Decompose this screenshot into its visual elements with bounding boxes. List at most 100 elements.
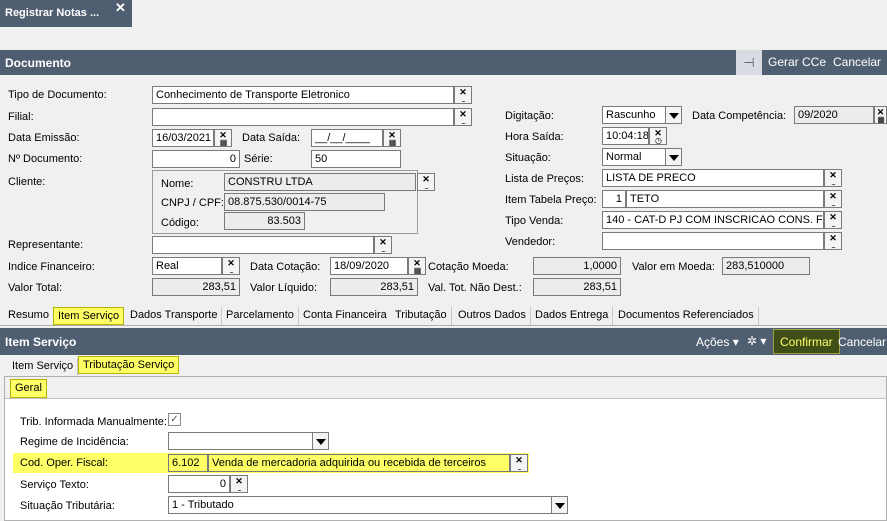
data-cotacao-calendar-icon[interactable]: ✕ ▦ (408, 257, 426, 275)
trib-manual-label: Trib. Informada Manualmente: (20, 416, 167, 428)
data-cotacao-label: Data Cotação: (250, 261, 321, 273)
item-tabela-preco-field[interactable]: TETO (626, 190, 824, 208)
situacao-chevron-down-icon[interactable] (666, 148, 682, 166)
tab-documentos-referenciados[interactable]: Documentos Referenciados (614, 307, 759, 325)
hora-saida-clock-icon[interactable]: ✕ ◷ (649, 127, 667, 145)
data-competencia-calendar-icon[interactable]: ✕ ▦ (874, 106, 887, 124)
acoes-button[interactable]: Ações ▾ (696, 335, 739, 349)
confirmar-button[interactable]: Confirmar (773, 329, 840, 354)
situacao-select[interactable]: Normal (602, 148, 666, 166)
indice-financeiro-field[interactable]: Real (152, 257, 222, 275)
cfop-description-field[interactable]: Venda de mercadoria adquirida ou recebid… (208, 454, 510, 472)
tipo-venda-field[interactable]: 140 - CAT-D PJ COM INSCRICAO CONS. FINAL (602, 211, 824, 229)
cliente-nome-field[interactable]: CONSTRU LTDA (224, 173, 416, 191)
regime-select[interactable] (168, 432, 313, 450)
data-saida-calendar-icon[interactable]: ✕ ▦ (383, 129, 401, 147)
documento-title: Documento (5, 56, 71, 70)
data-competencia-label: Data Competência: (692, 110, 787, 122)
vendedor-lookup-icon[interactable]: ✕... (824, 232, 842, 250)
cliente-cnpj-field: 08.875.530/0014-75 (224, 193, 385, 211)
tab-dados-entrega[interactable]: Dados Entrega (531, 307, 614, 325)
cliente-lookup-icon[interactable]: ✕... (417, 173, 435, 191)
tab-item-servico[interactable]: Item Serviço (53, 307, 125, 325)
val-tot-nao-dest-field: 283,51 (533, 278, 621, 296)
data-saida-field[interactable]: __/__/____ (311, 129, 383, 147)
subtab-tributacao-servico[interactable]: Tributação Serviço (78, 356, 180, 374)
digitacao-select[interactable]: Rascunho (602, 106, 666, 124)
tipo-documento-field[interactable]: Conhecimento de Transporte Eletronico (152, 86, 454, 104)
tipo-venda-lookup-icon[interactable]: ✕... (824, 211, 842, 229)
item-tabela-preco-lookup-icon[interactable]: ✕... (824, 190, 842, 208)
item-tabela-preco-code[interactable]: 1 (602, 190, 626, 208)
hora-saida-label: Hora Saída: (505, 131, 564, 143)
subtab-item-servico[interactable]: Item Serviço (8, 358, 79, 376)
cfop-lookup-icon[interactable]: ✕... (510, 454, 528, 472)
representante-field[interactable] (152, 236, 374, 254)
lista-precos-label: Lista de Preços: (505, 173, 584, 185)
serie-label: Série: (244, 153, 273, 165)
valor-total-field: 283,51 (152, 278, 240, 296)
gerar-cce-button[interactable]: Gerar CCe (768, 55, 826, 69)
digitacao-chevron-down-icon[interactable] (666, 106, 682, 124)
tab-parcelamento[interactable]: Parcelamento (222, 307, 299, 325)
data-saida-label: Data Saída: (242, 132, 301, 144)
digitacao-label: Digitação: (505, 110, 554, 122)
cfop-label: Cod. Oper. Fiscal: (20, 457, 109, 469)
lista-precos-lookup-icon[interactable]: ✕... (824, 169, 842, 187)
data-emissao-calendar-icon[interactable]: ✕ ▦ (214, 129, 232, 147)
filial-lookup-icon[interactable]: ✕... (454, 108, 472, 126)
acoes-label: Ações (696, 335, 730, 349)
serie-field[interactable]: 50 (311, 150, 401, 168)
cliente-codigo-field: 83.503 (224, 212, 305, 230)
situacao-label: Situação: (505, 152, 551, 164)
nr-documento-label: Nº Documento: (8, 153, 83, 165)
nr-documento-field[interactable]: 0 (152, 150, 240, 168)
situacao-tributaria-chevron-down-icon[interactable] (552, 496, 568, 514)
item-tabela-preco-label: Item Tabela Preço: (505, 194, 597, 206)
valor-liquido-label: Valor Líquido: (250, 282, 318, 294)
item-servico-header: Item Serviço Ações ▾ ✲ ▾ Confirmar Cance… (0, 328, 887, 355)
lista-precos-field[interactable]: LISTA DE PRECO (602, 169, 824, 187)
hora-saida-field[interactable]: 10:04:18 (602, 127, 649, 145)
vendedor-field[interactable] (602, 232, 824, 250)
cliente-nome-label: Nome: (161, 178, 194, 190)
tab-dados-transporte[interactable]: Dados Transporte (126, 307, 223, 325)
cancelar-item-button[interactable]: Cancelar (838, 335, 886, 349)
data-competencia-field[interactable]: 09/2020 (794, 106, 874, 124)
data-emissao-field[interactable]: 16/03/2021 (152, 129, 214, 147)
cliente-codigo-label: Código: (161, 217, 199, 229)
geral-tab-strip (5, 377, 886, 399)
valor-moeda-label: Valor em Moeda: (632, 261, 715, 273)
pin-icon[interactable]: ⊣ (736, 50, 762, 75)
representante-lookup-icon[interactable]: ✕... (374, 236, 392, 254)
indice-financeiro-label: Indice Financeiro: (8, 261, 95, 273)
cancelar-documento-button[interactable]: Cancelar (833, 55, 881, 69)
valor-total-label: Valor Total: (8, 282, 63, 294)
regime-label: Regime de Incidência: (20, 436, 129, 448)
trib-manual-checkbox[interactable]: ✓ (168, 413, 181, 426)
close-icon[interactable]: ✕ (115, 0, 126, 16)
cliente-label: Cliente: (8, 176, 46, 188)
tab-tributacao[interactable]: Tributação (391, 307, 452, 325)
group-tab-geral[interactable]: Geral (10, 379, 47, 398)
window-tab[interactable]: Registrar Notas ... ✕ (0, 0, 132, 27)
tipo-documento-lookup-icon[interactable]: ✕... (454, 86, 472, 104)
tab-conta-financeira[interactable]: Conta Financeira (299, 307, 392, 325)
cotacao-moeda-label: Cotação Moeda: (428, 261, 509, 273)
cotacao-moeda-field: 1,0000 (533, 257, 621, 275)
tab-resumo[interactable]: Resumo (4, 307, 54, 325)
situacao-tributaria-select[interactable]: 1 - Tributado (168, 496, 552, 514)
servico-texto-field[interactable]: 0 (168, 475, 230, 493)
regime-chevron-down-icon[interactable] (313, 432, 329, 450)
settings-icon[interactable]: ✲ ▾ (747, 334, 766, 348)
cfop-code-field[interactable]: 6.102 (168, 454, 208, 472)
tab-outros-dados[interactable]: Outros Dados (454, 307, 531, 325)
filial-field[interactable] (152, 108, 454, 126)
servico-texto-lookup-icon[interactable]: ✕... (230, 475, 248, 493)
val-tot-nao-dest-label: Val. Tot. Não Dest.: (428, 282, 522, 294)
documento-header: Documento ⊣ Gerar CCe Cancelar (0, 50, 887, 75)
data-cotacao-field[interactable]: 18/09/2020 (330, 257, 408, 275)
indice-financeiro-lookup-icon[interactable]: ✕... (222, 257, 240, 275)
representante-label: Representante: (8, 239, 84, 251)
data-emissao-label: Data Emissão: (8, 132, 80, 144)
